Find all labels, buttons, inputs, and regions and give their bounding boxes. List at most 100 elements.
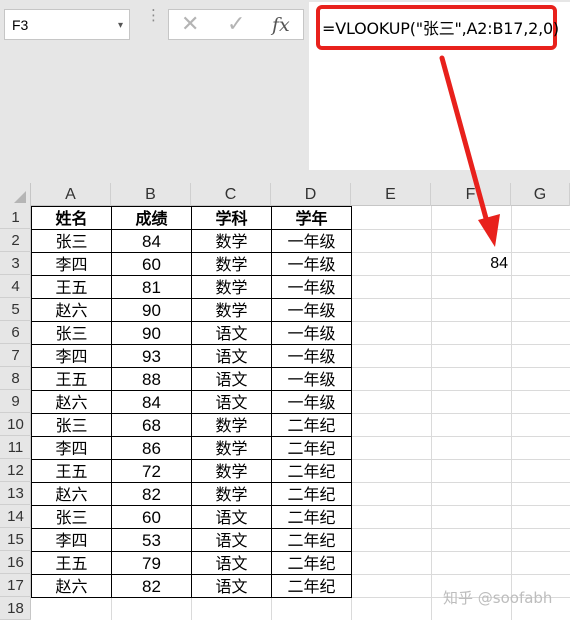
table-cell[interactable]: 90 [111,321,192,345]
table-cell[interactable]: 82 [111,574,192,598]
row-header-1[interactable]: 1 [0,206,31,229]
column-header-g[interactable]: G [511,183,570,206]
table-cell[interactable]: 语文 [191,574,272,598]
table-cell[interactable]: 数学 [191,459,272,483]
table-cell[interactable]: 二年纪 [271,436,352,460]
table-cell[interactable]: 一年级 [271,252,352,276]
row-header-8[interactable]: 8 [0,367,31,390]
table-cell[interactable]: 一年级 [271,344,352,368]
table-cell[interactable]: 60 [111,252,192,276]
column-header-e[interactable]: E [351,183,431,206]
table-cell[interactable]: 数学 [191,436,272,460]
table-cell[interactable]: 86 [111,436,192,460]
chevron-down-icon[interactable]: ▾ [118,20,123,31]
table-cell[interactable]: 张三 [31,321,112,345]
row-header-6[interactable]: 6 [0,321,31,344]
table-cell[interactable]: 赵六 [31,482,112,506]
table-cell[interactable]: 王五 [31,367,112,391]
name-box[interactable]: F3 ▾ [4,9,130,40]
table-cell[interactable]: 李四 [31,528,112,552]
table-cell[interactable]: 数学 [191,298,272,322]
table-cell[interactable]: 语文 [191,505,272,529]
table-cell[interactable]: 语文 [191,390,272,414]
table-cell[interactable]: 赵六 [31,390,112,414]
table-cell[interactable]: 一年级 [271,229,352,253]
table-cell[interactable]: 数学 [191,275,272,299]
table-cell[interactable]: 赵六 [31,298,112,322]
table-cell[interactable]: 赵六 [31,574,112,598]
table-cell[interactable]: 张三 [31,505,112,529]
row-header-18[interactable]: 18 [0,597,31,620]
table-cell[interactable]: 90 [111,298,192,322]
table-cell[interactable]: 语文 [191,321,272,345]
table-cell[interactable]: 二年纪 [271,551,352,575]
table-cell[interactable]: 二年纪 [271,505,352,529]
column-header-c[interactable]: C [191,183,271,206]
drag-handle-icon[interactable]: ⋮ [146,8,161,23]
table-cell[interactable]: 张三 [31,413,112,437]
row-header-13[interactable]: 13 [0,482,31,505]
table-cell[interactable]: 一年级 [271,390,352,414]
row-header-16[interactable]: 16 [0,551,31,574]
table-cell[interactable]: 二年纪 [271,574,352,598]
table-cell[interactable]: 二年纪 [271,413,352,437]
row-header-9[interactable]: 9 [0,390,31,413]
row-header-17[interactable]: 17 [0,574,31,597]
table-cell[interactable]: 84 [111,229,192,253]
row-header-12[interactable]: 12 [0,459,31,482]
table-cell[interactable]: 数学 [191,413,272,437]
row-header-10[interactable]: 10 [0,413,31,436]
table-cell[interactable]: 79 [111,551,192,575]
table-cell[interactable]: 一年级 [271,298,352,322]
header-cell[interactable]: 学科 [191,206,272,230]
table-cell[interactable]: 张三 [31,229,112,253]
table-cell[interactable]: 语文 [191,528,272,552]
header-cell[interactable]: 成绩 [111,206,192,230]
insert-function-icon[interactable]: fx [272,13,290,37]
enter-icon[interactable]: ✓ [227,13,245,37]
row-header-3[interactable]: 3 [0,252,31,275]
result-cell-f3[interactable]: 84 [433,252,511,275]
table-cell[interactable]: 数学 [191,229,272,253]
row-header-5[interactable]: 5 [0,298,31,321]
table-cell[interactable]: 82 [111,482,192,506]
table-cell[interactable]: 81 [111,275,192,299]
column-header-a[interactable]: A [31,183,111,206]
column-header-b[interactable]: B [111,183,191,206]
table-cell[interactable]: 王五 [31,459,112,483]
table-cell[interactable]: 王五 [31,275,112,299]
column-header-f[interactable]: F [431,183,511,206]
table-cell[interactable]: 一年级 [271,367,352,391]
column-header-d[interactable]: D [271,183,351,206]
header-cell[interactable]: 姓名 [31,206,112,230]
table-cell[interactable]: 二年纪 [271,528,352,552]
table-cell[interactable]: 88 [111,367,192,391]
row-header-11[interactable]: 11 [0,436,31,459]
row-header-4[interactable]: 4 [0,275,31,298]
table-cell[interactable]: 王五 [31,551,112,575]
table-cell[interactable]: 李四 [31,436,112,460]
table-cell[interactable]: 李四 [31,252,112,276]
row-header-15[interactable]: 15 [0,528,31,551]
table-cell[interactable]: 语文 [191,344,272,368]
header-cell[interactable]: 学年 [271,206,352,230]
table-cell[interactable]: 语文 [191,551,272,575]
table-cell[interactable]: 60 [111,505,192,529]
row-header-7[interactable]: 7 [0,344,31,367]
table-cell[interactable]: 一年级 [271,321,352,345]
table-cell[interactable]: 84 [111,390,192,414]
select-all-button[interactable] [14,191,26,203]
table-cell[interactable]: 68 [111,413,192,437]
table-cell[interactable]: 数学 [191,482,272,506]
table-cell[interactable]: 数学 [191,252,272,276]
table-cell[interactable]: 语文 [191,367,272,391]
row-header-2[interactable]: 2 [0,229,31,252]
row-header-14[interactable]: 14 [0,505,31,528]
table-cell[interactable]: 二年纪 [271,482,352,506]
table-cell[interactable]: 一年级 [271,275,352,299]
table-cell[interactable]: 53 [111,528,192,552]
table-cell[interactable]: 二年纪 [271,459,352,483]
table-cell[interactable]: 72 [111,459,192,483]
table-cell[interactable]: 93 [111,344,192,368]
table-cell[interactable]: 李四 [31,344,112,368]
